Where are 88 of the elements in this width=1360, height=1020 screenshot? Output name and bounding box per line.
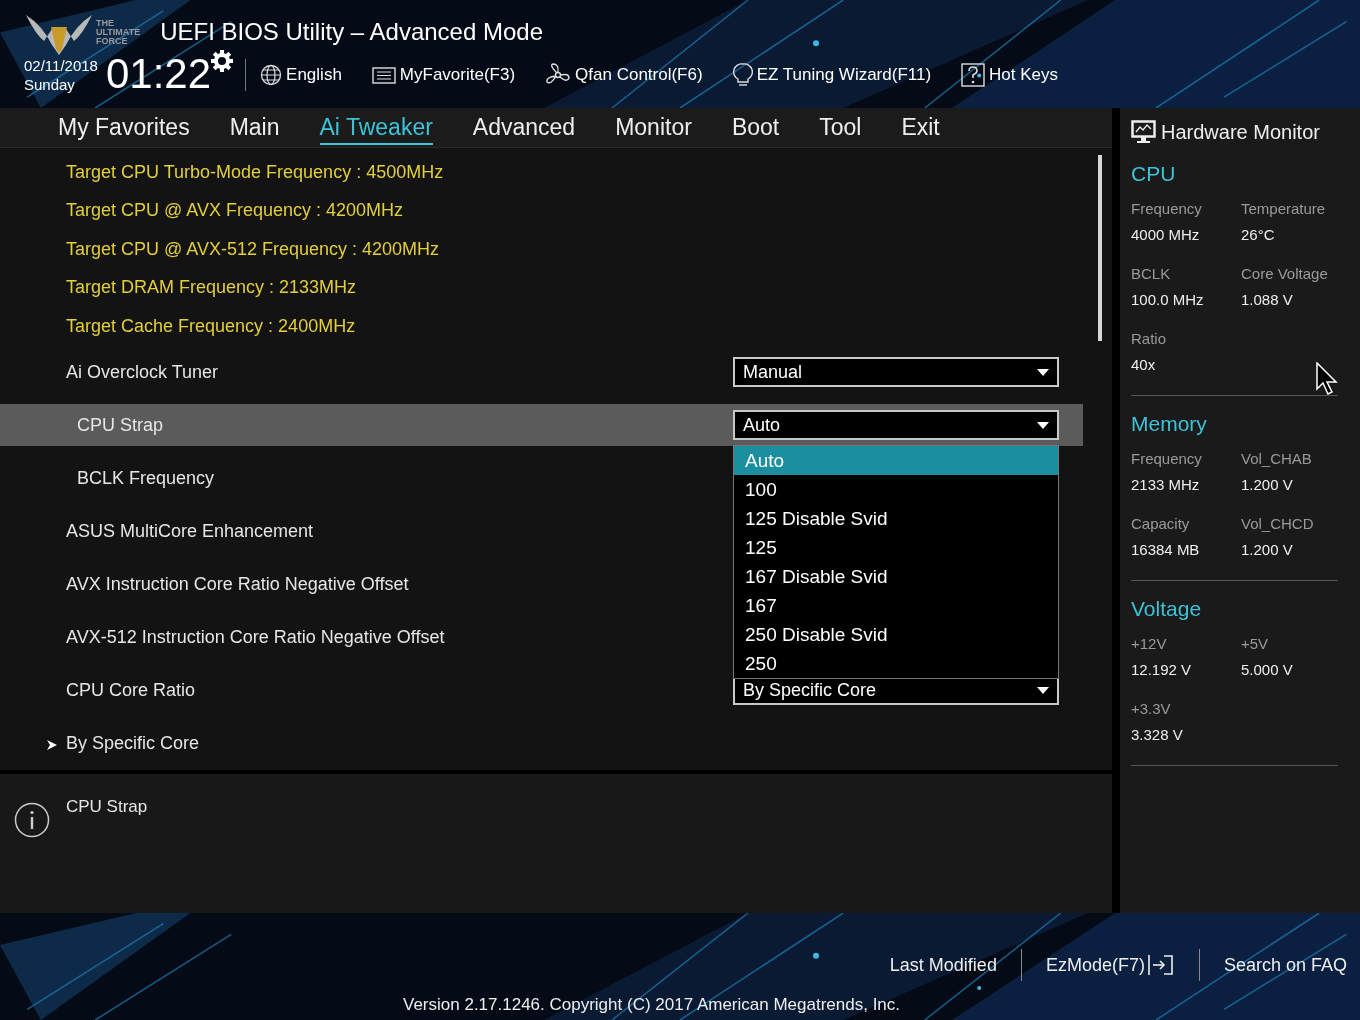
tab[interactable]: Advanced xyxy=(472,110,576,146)
reading-label: Capacity xyxy=(1131,515,1191,532)
setting-label[interactable]: BCLK Frequency xyxy=(66,467,215,488)
menu-option[interactable]: Auto xyxy=(734,446,1058,476)
dropdown[interactable]: Manual xyxy=(733,357,1059,388)
reading-label: Frequency xyxy=(1131,450,1203,467)
tab[interactable]: Ai Tweaker xyxy=(319,110,433,146)
footer-button[interactable]: EzMode(F7) xyxy=(1021,954,1199,976)
help-text: CPU Strap xyxy=(66,796,148,817)
day-text: Sunday xyxy=(24,75,76,94)
footer-button[interactable]: Search on FAQ xyxy=(1199,954,1347,976)
clock-time: 01:22 xyxy=(105,52,212,96)
cursor-icon xyxy=(1316,362,1338,396)
info-text: Target CPU Turbo-Mode Frequency : 4500MHz xyxy=(65,160,445,184)
info-text: Target CPU @ AVX-512 Frequency : 4200MHz xyxy=(65,237,441,261)
reading-value: 2133 MHz xyxy=(1131,476,1201,493)
monitor-icon xyxy=(1131,120,1157,144)
reading-value: 12.192 V xyxy=(1131,661,1193,678)
exit-icon xyxy=(1146,954,1175,976)
version-text: Version 2.17.1246. Copyright (C) 2017 American Megatrends, Inc. xyxy=(403,995,901,1015)
settings-icon[interactable] xyxy=(211,50,234,72)
logo-text: FORCE xyxy=(96,36,129,46)
menu-option[interactable]: 250 Disable Svid xyxy=(734,620,1058,650)
caret-icon xyxy=(1037,421,1049,429)
reading-value: 4000 MHz xyxy=(1131,226,1201,243)
date-text: 02/11/2018 xyxy=(24,56,98,75)
lightbulb-icon xyxy=(732,63,753,87)
caret-icon xyxy=(1037,368,1049,376)
menu-option[interactable]: 125 xyxy=(734,533,1058,563)
info-text: Target Cache Frequency : 2400MHz xyxy=(65,314,357,338)
logo-text: ULTIMATE xyxy=(96,27,141,37)
setting-label[interactable]: By Specific Core xyxy=(66,732,200,753)
toolbar-button[interactable]: EZ Tuning Wizard(F11) xyxy=(732,63,932,87)
setting-label[interactable]: AVX Instruction Core Ratio Negative Offset xyxy=(66,573,409,594)
toolbar-button[interactable]: English xyxy=(260,64,342,86)
tab[interactable]: Monitor xyxy=(615,110,692,146)
reading-label: Vol_CHAB xyxy=(1241,450,1313,467)
tab[interactable]: Tool xyxy=(819,110,862,146)
reading-value: 40x xyxy=(1131,356,1157,373)
setting-label[interactable]: Ai Overclock Tuner xyxy=(66,361,219,382)
reading-label: Frequency xyxy=(1131,200,1203,217)
globe-icon xyxy=(260,64,283,86)
section-title: CPU xyxy=(1131,162,1177,186)
reading-value: 1.200 V xyxy=(1241,476,1294,493)
footer-button[interactable]: Last Modified xyxy=(865,954,1021,976)
reading-label: +12V xyxy=(1131,635,1168,652)
reading-label: Temperature xyxy=(1241,200,1327,217)
section-title: Voltage xyxy=(1131,597,1203,621)
reading-label: BCLK xyxy=(1131,265,1172,282)
info-icon xyxy=(14,801,50,838)
info-text: Target DRAM Frequency : 2133MHz xyxy=(65,276,358,300)
menu-option[interactable]: 125 Disable Svid xyxy=(734,504,1058,534)
toolbar-button[interactable]: Qfan Control(F6) xyxy=(545,63,703,87)
reading-label: Core Voltage xyxy=(1241,265,1329,282)
setting-label[interactable]: CPU Strap xyxy=(66,414,164,435)
reading-label: Vol_CHCD xyxy=(1241,515,1315,532)
setting-label[interactable]: AVX-512 Instruction Core Ratio Negative Offset xyxy=(66,626,445,647)
arrow-icon xyxy=(46,738,58,751)
reading-value: 5.000 V xyxy=(1241,661,1294,678)
caret-icon xyxy=(1037,686,1049,694)
scrollbar[interactable] xyxy=(1098,155,1102,342)
list-icon xyxy=(371,65,396,85)
panel-title: Hardware Monitor xyxy=(1161,120,1320,144)
reading-value: 16384 MB xyxy=(1131,541,1201,558)
tab[interactable]: Boot xyxy=(731,110,780,146)
reading-value: 100.0 MHz xyxy=(1131,291,1205,308)
reading-value: 1.088 V xyxy=(1241,291,1294,308)
toolbar-button[interactable]: Hot Keys xyxy=(961,63,1059,87)
info-text: Target CPU @ AVX Frequency : 4200MHz xyxy=(65,199,405,223)
window-title: UEFI BIOS Utility – Advanced Mode xyxy=(160,18,543,46)
reading-label: +5V xyxy=(1241,635,1270,652)
setting-label[interactable]: CPU Core Ratio xyxy=(66,679,196,700)
menu-option[interactable]: 100 xyxy=(734,475,1058,505)
tab[interactable]: Exit xyxy=(901,110,940,146)
reading-value: 1.200 V xyxy=(1241,541,1294,558)
reading-label: Ratio xyxy=(1131,330,1168,347)
menu-option[interactable]: 167 Disable Svid xyxy=(734,562,1058,592)
toolbar-button[interactable]: MyFavorite(F3) xyxy=(371,65,516,85)
section-title: Memory xyxy=(1131,412,1208,436)
reading-value: 3.328 V xyxy=(1131,726,1184,743)
tab[interactable]: Main xyxy=(229,110,280,146)
reading-value: 26°C xyxy=(1241,226,1276,243)
reading-label: +3.3V xyxy=(1131,700,1172,717)
logo-text: THE xyxy=(96,18,115,28)
help-icon xyxy=(961,63,986,87)
menu-option[interactable]: 167 xyxy=(734,591,1058,621)
tab[interactable]: My Favorites xyxy=(58,110,190,146)
setting-label[interactable]: ASUS MultiCore Enhancement xyxy=(66,520,314,541)
